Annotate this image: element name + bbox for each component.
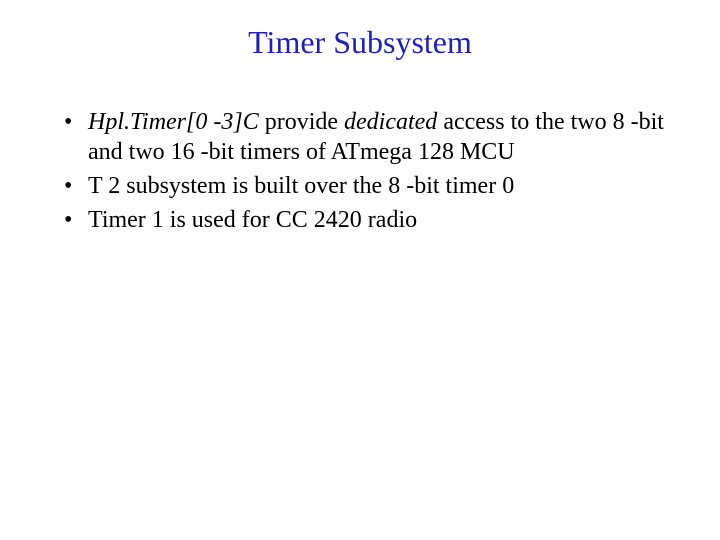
bullet-text: provide <box>259 109 344 135</box>
code-identifier: Hpl.Timer[0 -3]C <box>88 109 259 135</box>
bullet-item: Hpl.Timer[0 -3]C provide dedicated acces… <box>64 107 680 167</box>
bullet-item: T 2 subsystem is built over the 8 -bit t… <box>64 171 680 201</box>
emphasis-text: dedicated <box>344 109 437 135</box>
bullet-list: Hpl.Timer[0 -3]C provide dedicated acces… <box>0 107 720 235</box>
slide: Timer Subsystem Hpl.Timer[0 -3]C provide… <box>0 0 720 540</box>
slide-title: Timer Subsystem <box>0 24 720 61</box>
bullet-item: Timer 1 is used for CC 2420 radio <box>64 205 680 235</box>
bullet-text: Timer 1 is used for CC 2420 radio <box>88 207 417 233</box>
bullet-text: T 2 subsystem is built over the 8 -bit t… <box>88 173 514 199</box>
